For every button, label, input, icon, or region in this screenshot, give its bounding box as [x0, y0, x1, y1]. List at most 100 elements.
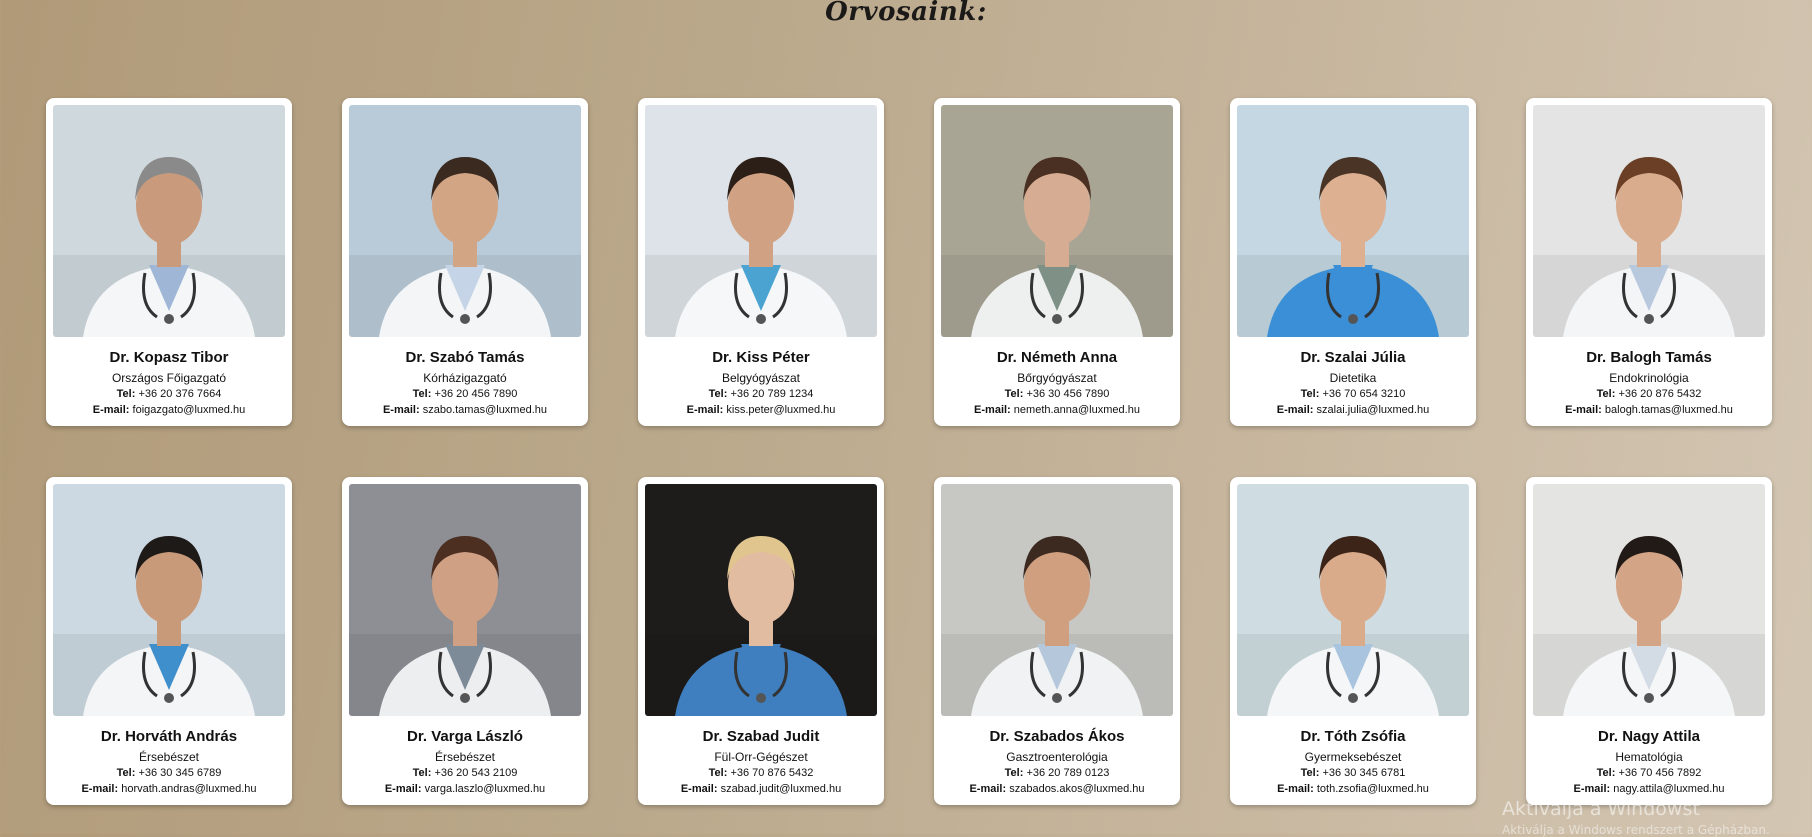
doctor-name: Dr. Szalai Júlia: [1300, 349, 1406, 366]
email-value: szalai.julia@luxmed.hu: [1316, 404, 1430, 416]
doctor-card: Dr. Horváth András Érsebészet Tel: +36 3…: [46, 477, 292, 805]
doctor-phone: Tel: +36 70 876 5432: [645, 766, 877, 780]
phone-label: Tel:: [1004, 767, 1024, 779]
phone-label: Tel:: [708, 388, 728, 400]
doctor-grid: Dr. Kopasz Tibor Országos Főigazgató Tel…: [46, 98, 1772, 805]
phone-label: Tel:: [116, 767, 136, 779]
doctor-photo: [53, 484, 285, 716]
doctor-name: Dr. Szabad Judit: [702, 728, 820, 745]
email-value: horvath.andras@luxmed.hu: [121, 783, 257, 795]
doctor-specialty: Gasztroenterológia: [1006, 750, 1108, 764]
doctor-card: Dr. Szalai Júlia Dietetika Tel: +36 70 6…: [1230, 98, 1476, 426]
email-value: nemeth.anna@luxmed.hu: [1013, 404, 1140, 416]
phone-value: +36 20 376 7664: [138, 388, 222, 400]
phone-label: Tel:: [1596, 388, 1616, 400]
doctor-card: Dr. Nagy Attila Hematológia Tel: +36 70 …: [1526, 477, 1772, 805]
doctor-card: Dr. Szabados Ákos Gasztroenterológia Tel…: [934, 477, 1180, 805]
doctor-email: E-mail: szalai.julia@luxmed.hu: [1237, 403, 1469, 417]
doctor-specialty: Gyermeksebészet: [1304, 750, 1402, 764]
email-value: balogh.tamas@luxmed.hu: [1604, 404, 1733, 416]
phone-value: +36 20 789 0123: [1026, 767, 1110, 779]
phone-label: Tel:: [412, 767, 432, 779]
page-title: Orvosaink:: [825, 0, 987, 27]
doctor-specialty: Bőrgyógyászat: [1017, 371, 1097, 385]
doctor-name: Dr. Szabó Tamás: [405, 349, 525, 366]
doctor-email: E-mail: varga.laszlo@luxmed.hu: [349, 782, 581, 796]
doctor-name: Dr. Szabados Ákos: [989, 728, 1125, 745]
doctor-photo: [349, 484, 581, 716]
phone-value: +36 70 456 7892: [1618, 767, 1702, 779]
email-label: E-mail:: [1573, 783, 1611, 795]
doctor-card: Dr. Tóth Zsófia Gyermeksebészet Tel: +36…: [1230, 477, 1476, 805]
email-value: kiss.peter@luxmed.hu: [726, 404, 836, 416]
doctor-card: Dr. Kopasz Tibor Országos Főigazgató Tel…: [46, 98, 292, 426]
activation-watermark-subtitle: Aktiválja a Windows rendszert a Gépházba…: [1502, 823, 1770, 837]
doctor-photo: [1237, 105, 1469, 337]
doctor-photo: [941, 105, 1173, 337]
doctor-phone: Tel: +36 20 456 7890: [349, 387, 581, 401]
doctor-email: E-mail: szabo.tamas@luxmed.hu: [349, 403, 581, 417]
phone-value: +36 30 456 7890: [1026, 388, 1110, 400]
doctor-email: E-mail: toth.zsofia@luxmed.hu: [1237, 782, 1469, 796]
doctor-phone: Tel: +36 70 456 7892: [1533, 766, 1765, 780]
email-label: E-mail:: [969, 783, 1007, 795]
doctor-photo: [1533, 105, 1765, 337]
doctor-email: E-mail: szabados.akos@luxmed.hu: [941, 782, 1173, 796]
doctor-card: Dr. Szabó Tamás Kórházigazgató Tel: +36 …: [342, 98, 588, 426]
email-value: szabo.tamas@luxmed.hu: [422, 404, 548, 416]
doctor-specialty: Kórházigazgató: [423, 371, 507, 385]
email-label: E-mail:: [92, 404, 130, 416]
email-value: foigazgato@luxmed.hu: [132, 404, 246, 416]
phone-label: Tel:: [1300, 767, 1320, 779]
email-label: E-mail:: [1276, 404, 1314, 416]
email-label: E-mail:: [382, 404, 420, 416]
doctor-name: Dr. Kopasz Tibor: [109, 349, 229, 366]
doctor-email: E-mail: szabad.judit@luxmed.hu: [645, 782, 877, 796]
doctor-name: Dr. Horváth András: [100, 728, 238, 745]
email-label: E-mail:: [384, 783, 422, 795]
doctor-phone: Tel: +36 30 456 7890: [941, 387, 1173, 401]
doctor-specialty: Dietetika: [1329, 371, 1377, 385]
doctor-phone: Tel: +36 30 345 6789: [53, 766, 285, 780]
email-label: E-mail:: [686, 404, 724, 416]
email-label: E-mail:: [1565, 404, 1602, 416]
email-value: toth.zsofia@luxmed.hu: [1316, 783, 1429, 795]
doctor-specialty: Érsebészet: [434, 750, 496, 764]
doctor-card: Dr. Szabad Judit Fül-Orr-Gégészet Tel: +…: [638, 477, 884, 805]
doctor-email: E-mail: balogh.tamas@luxmed.hu: [1533, 403, 1765, 417]
phone-value: +36 20 543 2109: [434, 767, 518, 779]
phone-value: +36 70 654 3210: [1322, 388, 1406, 400]
doctor-name: Dr. Tóth Zsófia: [1300, 728, 1406, 745]
doctor-name: Dr. Nagy Attila: [1598, 728, 1700, 745]
email-label: E-mail:: [680, 783, 718, 795]
phone-label: Tel:: [116, 388, 136, 400]
doctor-phone: Tel: +36 70 654 3210: [1237, 387, 1469, 401]
doctor-email: E-mail: kiss.peter@luxmed.hu: [645, 403, 877, 417]
doctor-specialty: Belgyógyászat: [721, 371, 801, 385]
doctor-specialty: Érsebészet: [138, 750, 200, 764]
doctor-photo: [941, 484, 1173, 716]
doctor-phone: Tel: +36 20 376 7664: [53, 387, 285, 401]
activation-watermark-title: Aktiválja a Windowst: [1502, 798, 1700, 820]
doctor-name: Dr. Varga László: [407, 728, 523, 745]
email-value: szabad.judit@luxmed.hu: [720, 783, 842, 795]
doctor-photo: [1237, 484, 1469, 716]
doctor-name: Dr. Balogh Tamás: [1586, 349, 1712, 366]
doctor-email: E-mail: horvath.andras@luxmed.hu: [53, 782, 285, 796]
doctor-card: Dr. Balogh Tamás Endokrinológia Tel: +36…: [1526, 98, 1772, 426]
doctor-card: Dr. Varga László Érsebészet Tel: +36 20 …: [342, 477, 588, 805]
doctor-phone: Tel: +36 20 789 0123: [941, 766, 1173, 780]
phone-label: Tel:: [1300, 388, 1320, 400]
phone-label: Tel:: [1596, 767, 1616, 779]
doctor-phone: Tel: +36 20 789 1234: [645, 387, 877, 401]
phone-value: +36 20 456 7890: [434, 388, 518, 400]
doctor-photo: [349, 105, 581, 337]
phone-value: +36 30 345 6781: [1322, 767, 1406, 779]
phone-value: +36 30 345 6789: [138, 767, 222, 779]
doctor-email: E-mail: foigazgato@luxmed.hu: [53, 403, 285, 417]
doctor-card: Dr. Németh Anna Bőrgyógyászat Tel: +36 3…: [934, 98, 1180, 426]
email-value: varga.laszlo@luxmed.hu: [424, 783, 546, 795]
doctor-photo: [645, 105, 877, 337]
phone-value: +36 20 876 5432: [1618, 388, 1702, 400]
phone-value: +36 70 876 5432: [730, 767, 814, 779]
